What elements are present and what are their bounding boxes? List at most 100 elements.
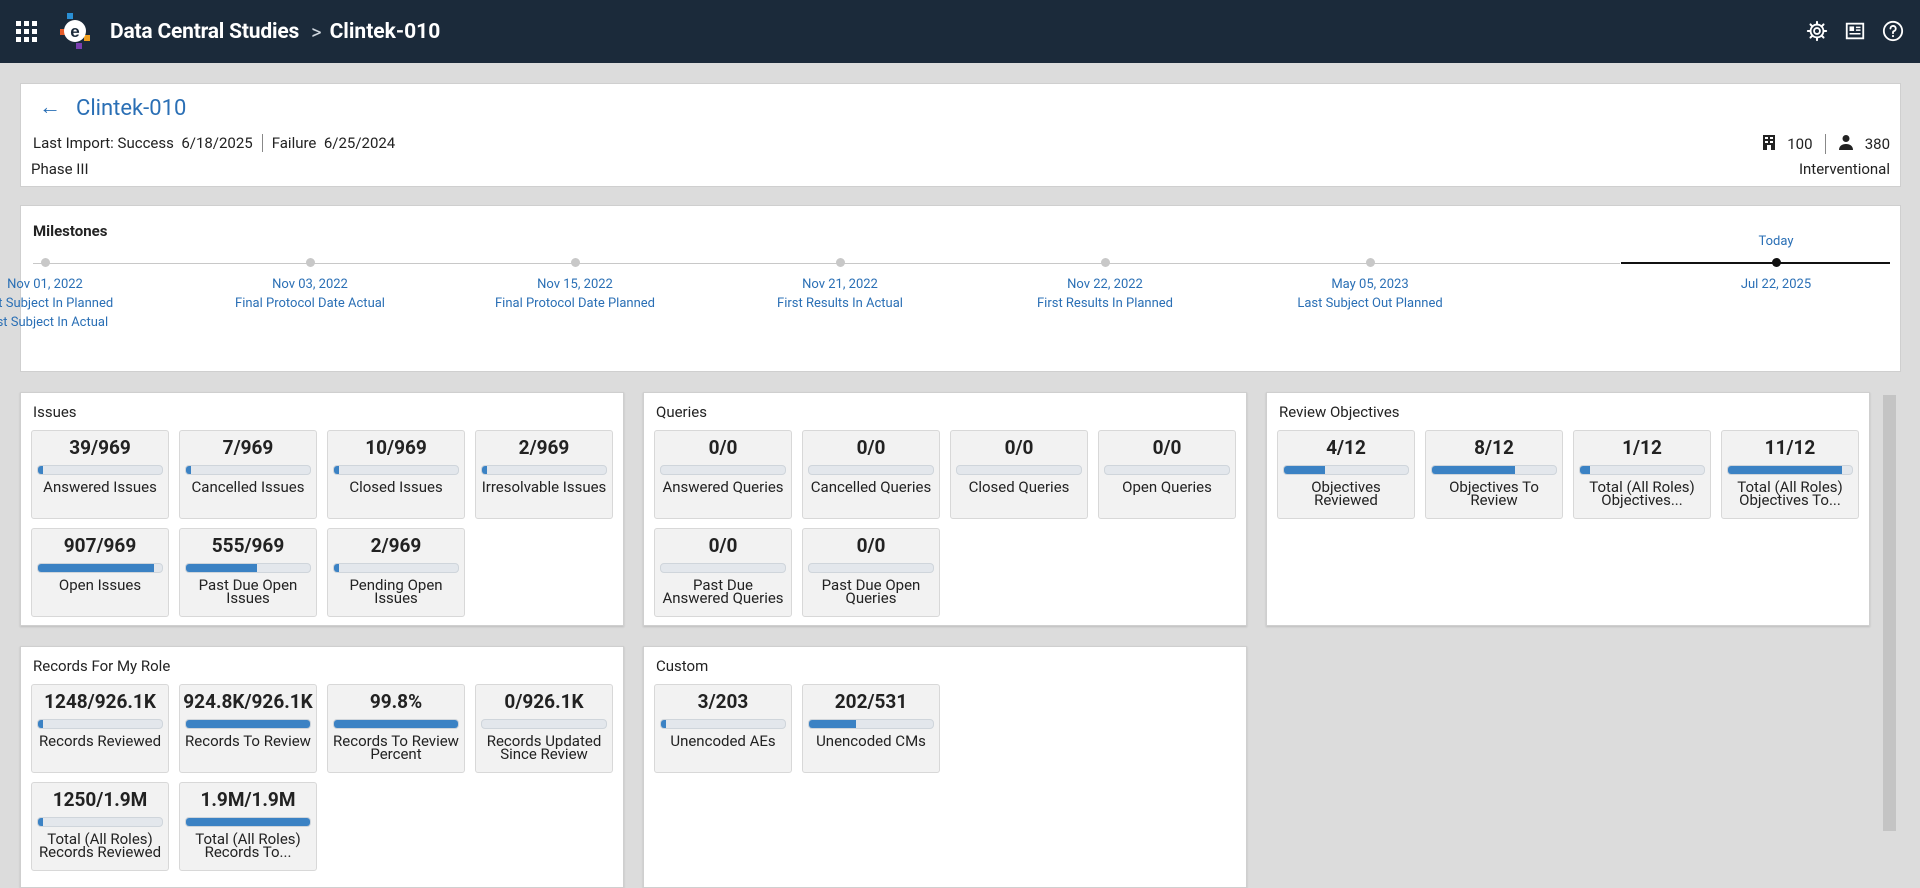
- metric-label: Cancelled Issues: [191, 478, 305, 496]
- progress-bar: [956, 465, 1082, 475]
- metric-tile[interactable]: 0/0 Past Due Answered Queries: [654, 528, 792, 617]
- metric-value: 10/969: [365, 436, 427, 459]
- metric-tile[interactable]: 4/12 Objectives Reviewed: [1277, 430, 1415, 519]
- progress-fill: [482, 466, 487, 474]
- review-objectives-panel: Review Objectives 4/12 Objectives Reviewe…: [1266, 392, 1870, 626]
- progress-fill: [186, 818, 310, 826]
- metric-tile[interactable]: 0/0 Open Queries: [1098, 430, 1236, 519]
- milestone-dot: [570, 258, 580, 267]
- back-arrow-icon[interactable]: ←: [39, 94, 61, 120]
- metric-label: Objectives Reviewed: [1311, 478, 1381, 509]
- failure-label: Failure: [271, 134, 317, 152]
- metric-tile[interactable]: 907/969 Open Issues: [31, 528, 169, 617]
- today-dot: [1771, 258, 1781, 267]
- progress-fill: [38, 564, 155, 572]
- progress-fill: [38, 720, 43, 728]
- metric-value: 1250/1.9M: [52, 788, 148, 811]
- success-date: 6/18/2025: [181, 134, 253, 152]
- metric-tile[interactable]: 8/12 Objectives To Review: [1425, 430, 1563, 519]
- progress-bar: [481, 465, 607, 475]
- milestone: May 05, 2023 Last Subject Out Planned: [1250, 258, 1490, 313]
- study-counts: 100 380: [1762, 134, 1890, 154]
- today-label: Today: [1758, 234, 1794, 249]
- milestone-names: Final Protocol Date Actual: [235, 296, 385, 311]
- metric-tile[interactable]: 555/969 Past Due Open Issues: [179, 528, 317, 617]
- today-date: Jul 22, 2025: [1740, 277, 1812, 292]
- settings-gear-icon[interactable]: [1804, 18, 1830, 44]
- milestone: Nov 03, 2022 Final Protocol Date Actual: [190, 258, 430, 313]
- metric-tile[interactable]: 2/969 Pending Open Issues: [327, 528, 465, 617]
- milestone-date: Nov 03, 2022: [272, 277, 348, 292]
- metric-tile[interactable]: 2/969 Irresolvable Issues: [475, 430, 613, 519]
- news-icon[interactable]: [1842, 18, 1868, 44]
- progress-bar: [481, 719, 607, 729]
- page-scrollbar[interactable]: [1883, 395, 1896, 831]
- progress-bar: [333, 563, 459, 573]
- progress-fill: [334, 720, 458, 728]
- subjects-count: 380: [1864, 135, 1890, 153]
- progress-bar: [37, 465, 163, 475]
- progress-bar: [185, 465, 311, 475]
- progress-bar: [1283, 465, 1409, 475]
- top-bar: e Data Central Studies > Clintek-010: [0, 0, 1920, 63]
- milestone: Nov 22, 2022 First Results In Planned: [985, 258, 1225, 313]
- metric-tile[interactable]: 0/0 Past Due Open Queries: [802, 528, 940, 617]
- breadcrumb-study: Clintek-010: [329, 19, 441, 44]
- progress-bar: [185, 719, 311, 729]
- metric-value: 0/926.1K: [504, 690, 584, 713]
- metric-tile[interactable]: 11/12 Total (All Roles) Objectives To...: [1721, 430, 1859, 519]
- metric-tile[interactable]: 0/0 Closed Queries: [950, 430, 1088, 519]
- milestone-names: First Subject In Planned First Subject I…: [0, 296, 114, 330]
- topbar-actions: [1804, 18, 1906, 44]
- building-icon: [1762, 134, 1776, 154]
- progress-bar: [1727, 465, 1853, 475]
- metric-tile[interactable]: 924.8K/926.1K Records To Review: [179, 684, 317, 773]
- milestone-dot: [1365, 258, 1375, 267]
- progress-bar: [185, 817, 311, 827]
- metric-tile[interactable]: 1.9M/1.9M Total (All Roles) Records To...: [179, 782, 317, 871]
- metric-label: Past Due Open Queries: [821, 576, 921, 607]
- milestones-title: Milestones: [33, 222, 108, 240]
- metric-value: 0/0: [708, 436, 738, 459]
- progress-bar: [37, 719, 163, 729]
- milestone-dot: [305, 258, 315, 267]
- metric-value: 99.8%: [369, 690, 423, 713]
- metric-tile[interactable]: 3/203 Unencoded AEs: [654, 684, 792, 773]
- breadcrumb-app-title[interactable]: Data Central Studies: [110, 20, 299, 44]
- metric-tile[interactable]: 0/0 Answered Queries: [654, 430, 792, 519]
- metric-tile[interactable]: 1250/1.9M Total (All Roles) Records Revie…: [31, 782, 169, 871]
- metric-tile[interactable]: 202/531 Unencoded CMs: [802, 684, 940, 773]
- metric-tile[interactable]: 10/969 Closed Issues: [327, 430, 465, 519]
- custom-panel: Custom 3/203 Unencoded AEs 202/531 Unencode…: [643, 646, 1247, 888]
- metric-tile[interactable]: 7/969 Cancelled Issues: [179, 430, 317, 519]
- metric-value: 2/969: [518, 436, 570, 459]
- metric-tile[interactable]: 99.8% Records To Review Percent: [327, 684, 465, 773]
- metric-value: 3/203: [697, 690, 749, 713]
- app-grid-icon[interactable]: [16, 20, 38, 43]
- metric-label: Answered Issues: [43, 478, 157, 496]
- metric-tile[interactable]: 0/0 Cancelled Queries: [802, 430, 940, 519]
- metric-tile[interactable]: 1/12 Total (All Roles) Objectives...: [1573, 430, 1711, 519]
- metric-value: 1.9M/1.9M: [200, 788, 296, 811]
- metric-tile[interactable]: 0/926.1K Records Updated Since Review: [475, 684, 613, 773]
- milestone-dot: [40, 258, 50, 267]
- milestone-date: Nov 21, 2022: [802, 277, 878, 292]
- metric-value: 0/0: [1004, 436, 1034, 459]
- metric-label: Closed Queries: [968, 478, 1070, 496]
- divider: [1824, 134, 1826, 154]
- person-icon: [1838, 134, 1854, 154]
- progress-bar: [37, 563, 163, 573]
- issues-panel: Issues 39/969 Answered Issues 7/969 Cancell…: [20, 392, 624, 626]
- review-objectives-panel-title: Review Objectives: [1279, 403, 1400, 421]
- metric-label: Records Reviewed: [38, 732, 162, 750]
- progress-bar: [185, 563, 311, 573]
- progress-fill: [1728, 466, 1842, 474]
- metric-value: 4/12: [1326, 436, 1366, 459]
- help-icon[interactable]: [1880, 18, 1906, 44]
- metric-tile[interactable]: 39/969 Answered Issues: [31, 430, 169, 519]
- failure-date: 6/25/2024: [323, 134, 396, 152]
- metric-tile[interactable]: 1248/926.1K Records Reviewed: [31, 684, 169, 773]
- progress-fill: [334, 466, 339, 474]
- metric-value: 1/12: [1622, 436, 1662, 459]
- metric-label: Records To Review Percent: [333, 732, 459, 763]
